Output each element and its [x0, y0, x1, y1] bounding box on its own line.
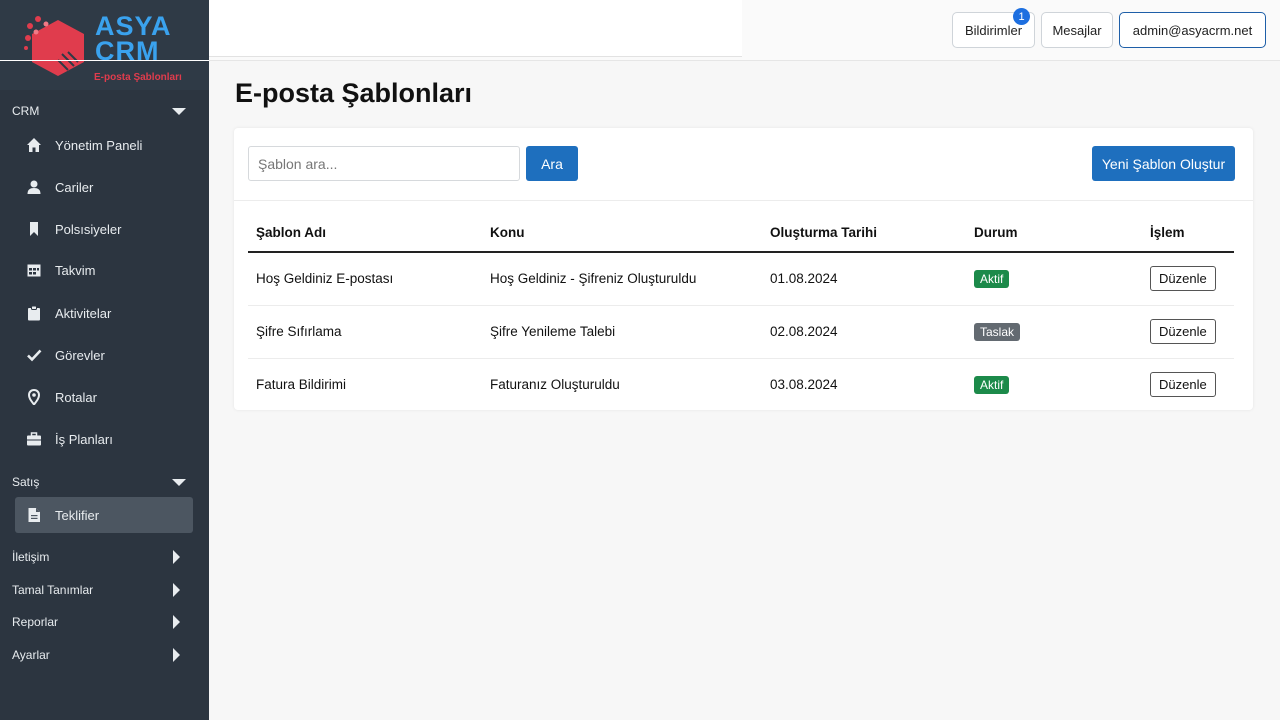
notifications-label: Bildirimler — [964, 22, 1023, 38]
sidebar-item-label: Aktivitelar — [55, 305, 112, 321]
user-menu-button[interactable]: admin@asyacrm.net — [1119, 12, 1266, 48]
templates-card: Ara Yeni Şablon Oluştur Şablon Adı Konu … — [234, 128, 1253, 410]
section-label: CRM — [12, 104, 40, 118]
chevron-right-icon — [173, 615, 180, 629]
messages-button[interactable]: Mesajlar — [1041, 12, 1113, 48]
column-header-date: Oluşturma Tarihi — [762, 214, 966, 253]
template-name: Fatura Bildirimi — [256, 377, 347, 393]
sidebar-item-rotalar[interactable]: Rotalar — [15, 379, 193, 415]
sidebar-item-takvim[interactable]: Takvim — [15, 252, 193, 288]
table-row: Şifre Sıfırlama Şifre Yenileme Talebi 02… — [248, 305, 1234, 359]
clipboard-icon — [26, 305, 42, 321]
bookmark-icon — [26, 221, 42, 237]
status-cell: Aktif — [966, 252, 1142, 306]
section-label: Satış — [12, 475, 40, 489]
search-button[interactable]: Ara — [526, 146, 578, 181]
column-header-action: İşlem — [1142, 214, 1234, 253]
user-email: admin@asyacrm.net — [1132, 22, 1253, 38]
messages-label: Mesajlar — [1052, 22, 1102, 38]
status-cell: Aktif — [966, 358, 1142, 411]
table-row: Fatura Bildirimi Faturanız Oluşturuldu 0… — [248, 358, 1234, 411]
search-input[interactable] — [248, 146, 520, 181]
sidebar-item-cariler[interactable]: Cariler — [15, 169, 193, 205]
action-cell: Düzenle — [1142, 305, 1234, 359]
sidebar-item-yonetim-paneli[interactable]: Yönetim Paneli — [15, 127, 193, 163]
status-badge: Aktif — [974, 269, 1010, 288]
edit-button[interactable]: Düzenle — [1150, 266, 1216, 292]
home-icon — [26, 137, 42, 153]
template-date: 02.08.2024 — [762, 305, 966, 359]
logo-hexagon-icon — [24, 16, 84, 76]
chevron-right-icon — [173, 550, 180, 564]
chevron-right-icon — [173, 583, 180, 597]
column-header-name: Şablon Adı — [248, 214, 482, 253]
sidebar-item-gorevler[interactable]: Görevler — [15, 337, 193, 373]
page-title: E-posta Şablonları — [235, 78, 473, 108]
template-date: 01.08.2024 — [762, 252, 966, 306]
section-label: Ayarlar — [12, 648, 50, 662]
template-name: Şifre Sıfırlama — [248, 305, 482, 359]
section-ayarlar[interactable]: Ayarlar — [12, 644, 188, 666]
sidebar-item-label: Görevler — [55, 347, 105, 363]
brand-name: ASYA CRM — [95, 11, 172, 66]
sidebar-item-aktivitelar[interactable]: Aktivitelar — [15, 295, 193, 331]
document-icon — [26, 507, 42, 523]
section-label: Tamal Tanımlar — [12, 583, 94, 597]
table-row: Hoş Geldiniz E-postası Hoş Geldiniz - Şi… — [248, 252, 1234, 306]
table-header-row: Şablon Adı Konu Oluşturma Tarihi Durum İ… — [248, 214, 1234, 253]
section-iletisim[interactable]: İletişim — [12, 546, 188, 568]
briefcase-icon — [26, 431, 42, 447]
top-bar-left-area — [209, 0, 742, 57]
section-crm[interactable]: CRM — [12, 100, 188, 122]
template-subject: Faturanız Oluşturuldu — [490, 377, 620, 393]
section-label: Reporlar — [12, 615, 59, 629]
template-name: Hoş Geldiniz E-postası — [248, 252, 482, 306]
column-header-status: Durum — [966, 214, 1142, 253]
brand-subtitle: E-posta Şablonları — [94, 72, 182, 83]
check-icon — [26, 347, 42, 363]
chevron-down-icon — [172, 107, 186, 115]
user-icon — [26, 179, 42, 195]
sidebar-item-label: Rotalar — [55, 389, 97, 405]
template-date: 03.08.2024 — [770, 377, 838, 393]
chevron-down-icon — [172, 478, 186, 486]
notification-count-badge: 1 — [1013, 8, 1030, 25]
sidebar-item-polsisiyeler[interactable]: Polsısiyeler — [15, 211, 193, 247]
template-subject: Şifre Yenileme Talebi — [482, 305, 762, 359]
template-subject: Hoş Geldiniz - Şifreniz Oluşturuldu — [482, 252, 762, 306]
section-tamal-tanimlar[interactable]: Tamal Tanımlar — [12, 579, 188, 601]
sidebar-item-teklifier[interactable]: Teklifier — [15, 497, 193, 533]
section-label: İletişim — [12, 550, 50, 564]
sidebar-item-label: Cariler — [55, 179, 94, 195]
top-bar: Bildirimler 1 Mesajlar admin@asyacrm.net — [209, 0, 1280, 61]
sidebar-item-is-planlari[interactable]: İş Planları — [15, 421, 193, 457]
status-badge: Aktif — [974, 375, 1010, 394]
sidebar-item-label: Yönetim Paneli — [55, 137, 143, 153]
notifications-button[interactable]: Bildirimler 1 — [952, 8, 1035, 48]
sidebar-item-label: Polsısiyeler — [55, 221, 122, 237]
status-cell: Taslak — [966, 305, 1142, 359]
section-satis[interactable]: Satış — [12, 471, 188, 493]
section-reporlar[interactable]: Reporlar — [12, 611, 188, 633]
sidebar-item-label: İş Planları — [55, 431, 113, 447]
action-cell: Düzenle — [1142, 252, 1234, 306]
edit-button[interactable]: Düzenle — [1150, 372, 1216, 398]
card-divider — [234, 200, 1253, 201]
calendar-icon — [26, 262, 42, 278]
new-template-button[interactable]: Yeni Şablon Oluştur — [1092, 146, 1235, 181]
chevron-right-icon — [173, 648, 180, 662]
map-pin-icon — [26, 389, 42, 405]
column-header-subject: Konu — [482, 214, 762, 253]
sidebar: ASYA CRM E-posta Şablonları CRM Yönetim … — [0, 0, 209, 720]
sidebar-item-label: Takvim — [55, 262, 96, 278]
sidebar-item-label: Teklifier — [55, 507, 100, 523]
templates-table: Şablon Adı Konu Oluşturma Tarihi Durum İ… — [248, 214, 1234, 411]
action-cell: Düzenle — [1142, 358, 1234, 411]
logo[interactable]: ASYA CRM E-posta Şablonları — [0, 0, 209, 90]
status-badge: Taslak — [974, 322, 1021, 341]
edit-button[interactable]: Düzenle — [1150, 319, 1216, 344]
logo-divider — [0, 60, 209, 61]
